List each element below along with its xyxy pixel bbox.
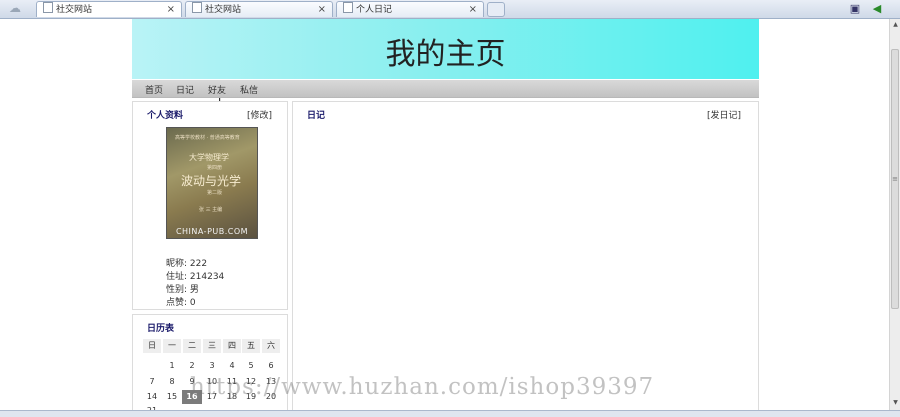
book-author: 张 三 主编 <box>199 207 223 213</box>
diary-heading: 日记 <box>307 111 326 121</box>
browser-tab-bar: ☁ 社交网站 × 社交网站 × 个人日记 × ▣ ◀ <box>0 0 900 19</box>
grip-icon: ≡ <box>892 175 898 183</box>
profile-nickname: 昵称: 222 <box>166 256 207 269</box>
book-bottom-text: CHINA-PUB.COM <box>175 227 249 236</box>
calendar-weekday: 五 <box>242 339 260 353</box>
calendar-day[interactable]: 7 <box>143 376 161 388</box>
calendar-day[interactable]: 2 <box>183 360 201 372</box>
scroll-down-icon[interactable]: ▼ <box>891 399 900 409</box>
calendar-day[interactable]: 1 <box>163 360 181 372</box>
calendar-weekday: 二 <box>183 339 201 353</box>
field-value: 214234 <box>189 272 225 282</box>
scroll-up-icon[interactable]: ▲ <box>891 21 900 31</box>
field-label: 昵称: <box>166 259 188 269</box>
cloud-icon[interactable]: ☁ <box>9 2 27 15</box>
tab-social-site-1[interactable]: 社交网站 × <box>36 1 182 17</box>
post-diary-link[interactable]: [发日记] <box>707 108 741 121</box>
field-value: 0 <box>189 298 196 308</box>
nav-friends[interactable]: 好友 <box>208 83 226 96</box>
field-label: 住址: <box>166 272 188 282</box>
calendar-day[interactable]: 15 <box>163 391 181 403</box>
new-tab-button[interactable] <box>487 2 505 17</box>
page-banner: 我的主页 <box>132 19 759 79</box>
book-title-line1: 大学物理学 <box>189 153 229 162</box>
close-icon[interactable]: × <box>318 2 326 17</box>
close-icon[interactable]: × <box>469 2 477 17</box>
calendar-day[interactable]: 6 <box>262 360 280 372</box>
profile-heading: 个人资料 <box>147 111 184 121</box>
book-title-line4: 第二版 <box>207 190 223 196</box>
profile-gender: 性别: 男 <box>166 282 199 295</box>
page-scrollbar[interactable]: ▲ ≡ ▼ <box>889 19 900 410</box>
close-icon[interactable]: × <box>167 2 175 17</box>
book-series-text: 高等学校教材 · 普通高等教育 <box>175 135 240 141</box>
page-title: 我的主页 <box>385 37 506 72</box>
book-title-line2: 第四册 <box>207 165 223 171</box>
calendar-day[interactable]: 4 <box>223 360 241 372</box>
page-icon <box>192 2 202 13</box>
field-label: 点赞: <box>166 298 188 308</box>
diary-panel: 日记 [发日记] <box>292 101 759 414</box>
calendar-weekday: 日 <box>143 339 161 353</box>
book-title-line3: 波动与光学 <box>181 174 242 188</box>
field-value: 男 <box>189 285 199 295</box>
save-page-icon[interactable]: ▣ <box>848 2 862 15</box>
calendar-day[interactable]: 3 <box>203 360 221 372</box>
nav-home[interactable]: 首页 <box>145 83 163 96</box>
calendar-day[interactable]: 14 <box>143 391 161 403</box>
profile-likes: 点赞: 0 <box>166 295 196 308</box>
tab-label: 社交网站 <box>56 5 93 15</box>
nav-diary[interactable]: 日记 <box>176 83 194 96</box>
calendar-weekday: 四 <box>223 339 241 353</box>
tab-social-site-2[interactable]: 社交网站 × <box>185 1 333 17</box>
field-label: 性别: <box>166 285 188 295</box>
profile-address: 住址: 214234 <box>166 269 224 282</box>
page-icon <box>343 2 353 13</box>
avatar: 高等学校教材 · 普通高等教育 大学物理学 第四册 波动与光学 第二版 张 三 … <box>166 127 258 239</box>
calendar-weekday: 三 <box>203 339 221 353</box>
page-icon <box>43 2 53 13</box>
field-value: 222 <box>189 259 208 269</box>
tab-label: 社交网站 <box>205 5 242 15</box>
calendar-day[interactable]: 5 <box>242 360 260 372</box>
edit-profile-link[interactable]: [修改] <box>247 108 272 121</box>
tab-label: 个人日记 <box>356 5 393 15</box>
nav-messages[interactable]: 私信 <box>240 83 258 96</box>
watermark-text: https://www.huzhan.com/ishop39397 <box>190 374 655 400</box>
main-nav: 首页 日记 好友 私信 <box>132 80 759 98</box>
calendar-day[interactable]: 8 <box>163 376 181 388</box>
back-arrow-icon[interactable]: ◀ <box>870 2 884 15</box>
calendar-weekday: 一 <box>163 339 181 353</box>
calendar-weekday: 六 <box>262 339 280 353</box>
scrollbar-thumb[interactable]: ≡ <box>891 49 899 309</box>
calendar-heading: 日历表 <box>147 324 175 334</box>
tab-personal-diary[interactable]: 个人日记 × <box>336 1 484 17</box>
